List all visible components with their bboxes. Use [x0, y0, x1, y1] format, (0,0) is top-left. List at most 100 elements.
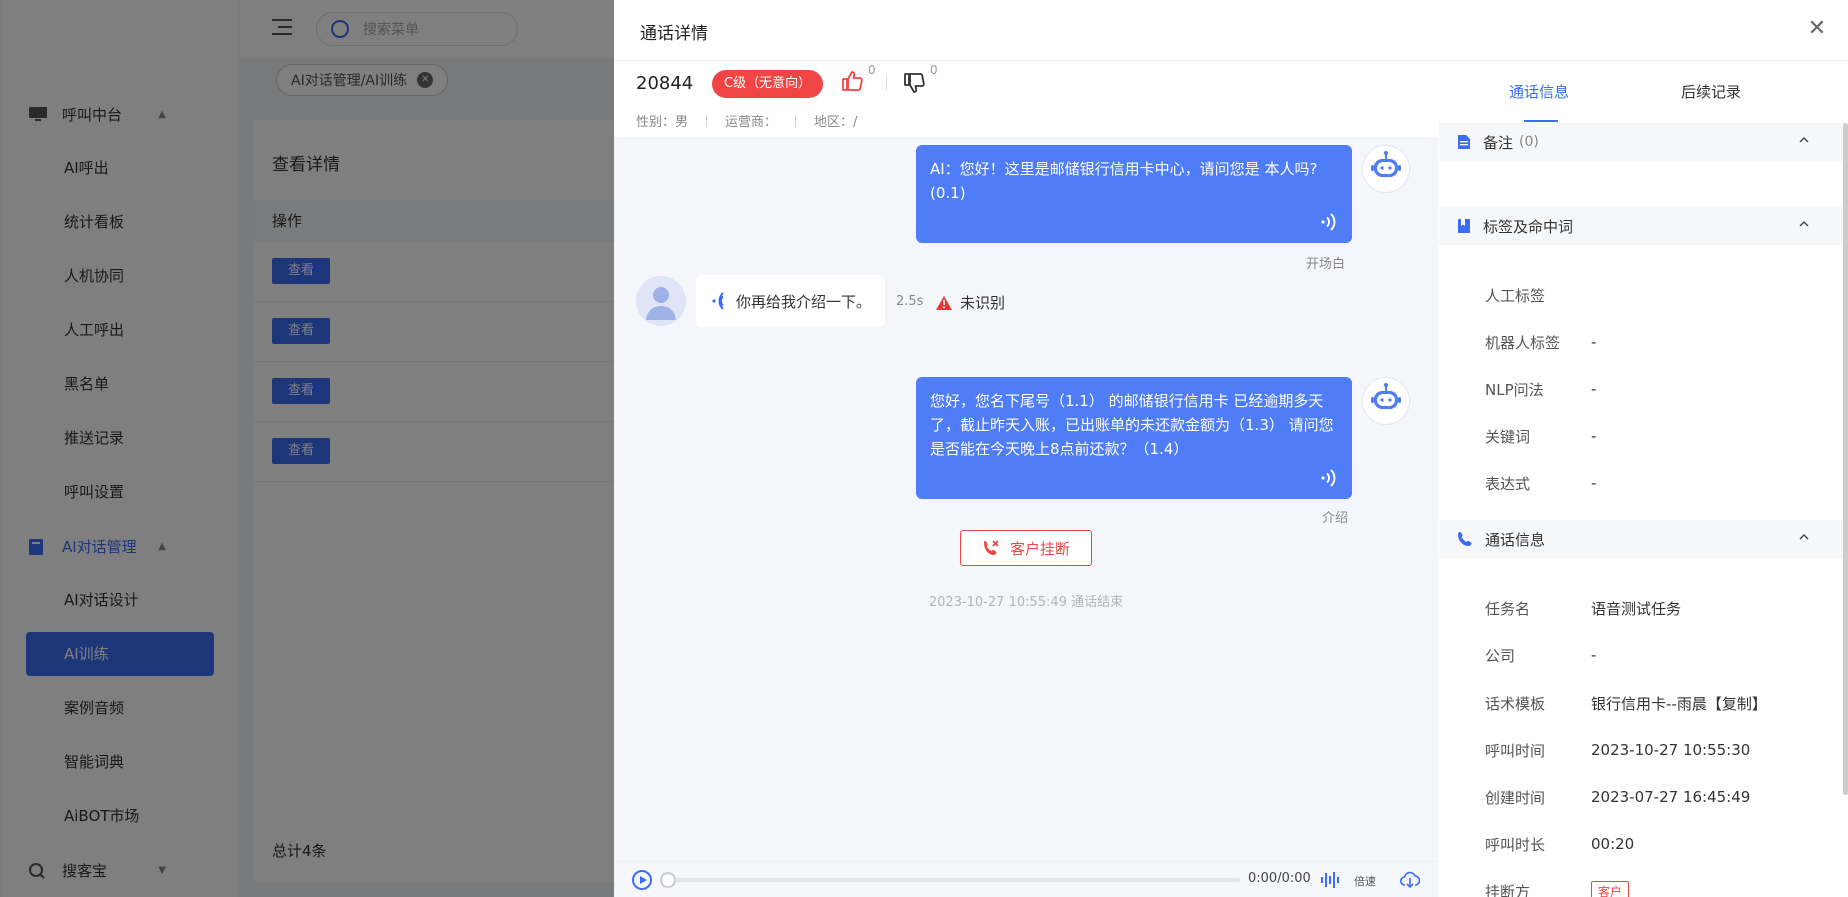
- notes-count: (0): [1519, 134, 1539, 150]
- chevron-up-icon[interactable]: [1799, 219, 1809, 229]
- recognition-status: 未识别: [936, 292, 1005, 313]
- message-text: 您好，您名下尾号（1.1） 的邮储银行信用卡 已经逾期多天了，截止昨天入账，已出…: [930, 392, 1334, 458]
- row-key: 表达式: [1485, 474, 1531, 493]
- call-row-duration: 呼叫时长 00:20: [1439, 832, 1843, 856]
- row-value: -: [1591, 333, 1597, 351]
- region: 地区：/: [814, 115, 858, 130]
- tab-call-info[interactable]: 通话信息: [1509, 81, 1569, 102]
- dislike-count: 0: [930, 63, 938, 77]
- section-title: 备注: [1483, 133, 1514, 152]
- section-tags-header[interactable]: 标签及命中词: [1439, 207, 1843, 245]
- call-row-created-time: 创建时间 2023-07-27 16:45:49: [1439, 785, 1843, 809]
- message-text: 你再给我介绍一下。: [736, 292, 872, 311]
- call-row-task: 任务名 语音测试任务: [1439, 596, 1843, 620]
- row-key: 话术模板: [1485, 694, 1546, 713]
- tag-row-robot: 机器人标签 -: [1439, 330, 1843, 354]
- chevron-up-icon[interactable]: [1799, 532, 1809, 542]
- info-tabs: 通话信息 后续记录: [1439, 61, 1848, 123]
- gender: 性别：男: [636, 115, 689, 130]
- row-value: 客户: [1591, 880, 1630, 897]
- chevron-up-icon[interactable]: [1799, 135, 1809, 145]
- playback-speed-button[interactable]: 倍速: [1354, 873, 1376, 889]
- row-key: NLP问法: [1485, 380, 1544, 399]
- thumbs-up-icon[interactable]: [840, 69, 864, 93]
- chat-column: 20844 C级（无意向） 0 0 性别：男 运营商： 地区：/ AI：您好！这: [614, 61, 1438, 897]
- row-key: 呼叫时间: [1485, 741, 1546, 760]
- call-row-template: 话术模板 银行信用卡--雨晨【复制】: [1439, 691, 1843, 715]
- row-key: 公司: [1485, 646, 1516, 665]
- row-value: 2023-10-27 10:55:30: [1591, 741, 1751, 759]
- row-key: 呼叫时长: [1485, 835, 1546, 854]
- robot-avatar: [1362, 377, 1410, 425]
- download-icon[interactable]: [1399, 870, 1421, 890]
- call-summary: 20844 C级（无意向） 0 0 性别：男 运营商： 地区：/: [614, 61, 1438, 137]
- like-count: 0: [868, 63, 876, 77]
- document-icon: [1458, 135, 1470, 149]
- play-icon[interactable]: [632, 870, 652, 890]
- row-key: 任务名: [1485, 599, 1531, 618]
- tag-row-keyword: 关键词 -: [1439, 424, 1843, 448]
- row-key: 人工标签: [1485, 286, 1546, 305]
- row-value: 00:20: [1591, 835, 1635, 853]
- message-label: 介绍: [1322, 511, 1349, 526]
- call-id: 20844: [636, 73, 694, 94]
- audio-wave-icon[interactable]: [1316, 467, 1338, 489]
- message-text: AI：您好！这里是邮储银行信用卡中心，请问您是 本人吗?(0.1): [930, 160, 1318, 202]
- thumbs-down-icon[interactable]: [902, 71, 926, 95]
- row-key: 机器人标签: [1485, 333, 1561, 352]
- call-end-timestamp: 2023-10-27 10:55:49 通话结束: [928, 595, 1124, 610]
- tag-row-nlp: NLP问法 -: [1439, 377, 1843, 401]
- status-text: 未识别: [960, 294, 1006, 312]
- hangup-phone-icon: [983, 540, 999, 555]
- divider: [706, 114, 708, 127]
- waveform-icon[interactable]: [1320, 871, 1340, 889]
- divider: [886, 75, 887, 91]
- ai-message-bubble: 您好，您名下尾号（1.1） 的邮储银行信用卡 已经逾期多天了，截止昨天入账，已出…: [916, 377, 1352, 499]
- message-label: 开场白: [1306, 257, 1346, 272]
- user-avatar: [636, 276, 686, 326]
- bookmark-icon: [1458, 219, 1470, 233]
- audio-wave-icon[interactable]: [708, 290, 730, 312]
- drawer-title: 通话详情: [640, 24, 708, 44]
- row-value: 银行信用卡--雨晨【复制】: [1591, 694, 1767, 713]
- row-value: -: [1591, 427, 1597, 445]
- row-key: 创建时间: [1485, 788, 1546, 807]
- warning-icon: [936, 295, 952, 310]
- call-row-hangup-party: 挂断方 客户: [1439, 879, 1843, 897]
- row-value: -: [1591, 474, 1597, 492]
- active-tab-indicator: [1524, 120, 1558, 122]
- close-icon[interactable]: ✕: [1806, 18, 1828, 40]
- progress-handle[interactable]: [660, 872, 676, 888]
- audio-progress-bar[interactable]: [660, 872, 1240, 888]
- caller-meta: 性别：男 运营商： 地区：/: [636, 111, 857, 130]
- carrier: 运营商：: [725, 115, 778, 130]
- tab-followup-records[interactable]: 后续记录: [1681, 81, 1741, 102]
- grade-badge: C级（无意向）: [712, 70, 824, 98]
- hangup-label: 客户挂断: [1009, 539, 1070, 558]
- call-row-company: 公司 -: [1439, 643, 1843, 667]
- hangup-party-tag: 客户: [1591, 880, 1630, 897]
- audio-time: 0:00/0:00: [1248, 871, 1311, 886]
- tag-row-expression: 表达式 -: [1439, 471, 1843, 495]
- customer-hangup-button[interactable]: 客户挂断: [960, 530, 1092, 566]
- audio-wave-icon[interactable]: [1316, 211, 1338, 233]
- divider: [795, 114, 797, 127]
- row-value: 2023-07-27 16:45:49: [1591, 788, 1751, 806]
- scrollbar[interactable]: [1843, 123, 1848, 795]
- phone-icon: [1458, 532, 1472, 546]
- row-value: -: [1591, 646, 1597, 664]
- row-value: 语音测试任务: [1591, 599, 1682, 618]
- robot-avatar: [1362, 145, 1410, 193]
- call-row-call-time: 呼叫时间 2023-10-27 10:55:30: [1439, 738, 1843, 762]
- drawer-header: 通话详情 ✕: [614, 0, 1848, 61]
- call-detail-drawer: 通话详情 ✕ 20844 C级（无意向） 0 0 性别：男 运营商： 地区：/: [614, 0, 1848, 897]
- audio-player: 0:00/0:00 倍速: [614, 861, 1438, 897]
- message-duration: 2.5s: [896, 294, 924, 309]
- section-notes-header[interactable]: 备注 (0): [1439, 123, 1843, 161]
- chat-transcript: AI：您好！这里是邮储银行信用卡中心，请问您是 本人吗?(0.1) 开场白 你再…: [614, 137, 1438, 861]
- user-message-bubble: 你再给我介绍一下。: [696, 275, 886, 327]
- section-call-info-header[interactable]: 通话信息: [1439, 520, 1843, 558]
- ai-message-bubble: AI：您好！这里是邮储银行信用卡中心，请问您是 本人吗?(0.1): [916, 145, 1352, 243]
- info-panel: 通话信息 后续记录 备注 (0) 标签及命中词 人工标签 机器人标签 - NLP问…: [1439, 61, 1848, 897]
- section-title: 标签及命中词: [1483, 217, 1574, 236]
